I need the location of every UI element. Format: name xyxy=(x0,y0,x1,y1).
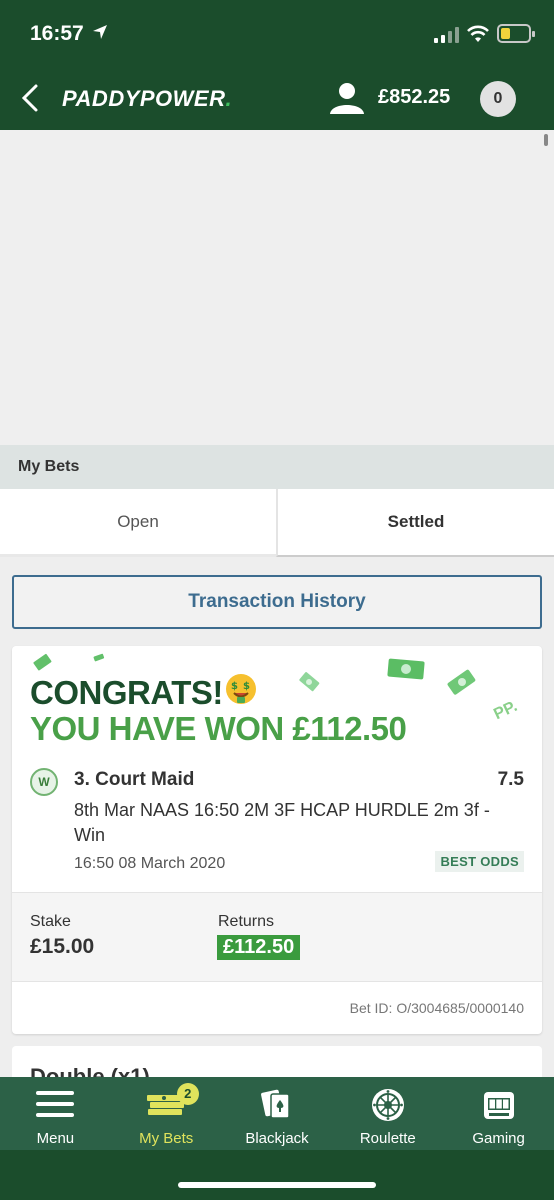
nav-roulette[interactable]: Roulette xyxy=(332,1077,443,1150)
hamburger-icon xyxy=(36,1091,75,1117)
brand-dot: . xyxy=(225,86,233,111)
brand-text: PADDYPOWER xyxy=(62,86,226,111)
returns-value: £112.50 xyxy=(217,935,301,960)
nav-label: Gaming xyxy=(472,1130,525,1147)
stake-returns-block: Stake £15.00 Returns £112.50 xyxy=(12,892,542,982)
status-time: 16:57 xyxy=(30,22,84,45)
banknote-icon xyxy=(447,669,476,695)
banknote-icon xyxy=(93,653,105,662)
selection-odds: 7.5 xyxy=(497,769,524,790)
nav-label: My Bets xyxy=(139,1130,194,1147)
selection-name: 3. Court Maid xyxy=(74,769,195,790)
account-balance[interactable]: £852.25 xyxy=(378,86,450,109)
bottom-navigation: Menu 2 My Bets Blackjack Roulette Gaming xyxy=(0,1077,554,1150)
nav-gaming[interactable]: Gaming xyxy=(443,1077,554,1150)
slot-machine-icon xyxy=(483,1092,514,1119)
home-indicator[interactable] xyxy=(178,1182,376,1188)
winnings-heading: YOU HAVE WON £112.50 xyxy=(30,710,407,747)
betslip-count-button[interactable]: 0 xyxy=(480,81,516,117)
win-result-badge: W xyxy=(30,768,58,796)
brand-logo: PADDYPOWER. xyxy=(62,86,232,112)
nav-menu[interactable]: Menu xyxy=(0,1077,111,1150)
wifi-icon xyxy=(467,25,489,42)
app-header: 16:57 PADDYPOWER. £852.25 0 xyxy=(0,0,554,130)
home-indicator-area xyxy=(0,1150,554,1200)
scrollbar[interactable] xyxy=(544,134,548,146)
tab-settled[interactable]: Settled xyxy=(276,489,554,557)
pp-logo: PP. xyxy=(491,697,521,724)
tab-open[interactable]: Open xyxy=(0,489,276,557)
content-placeholder-area xyxy=(0,130,554,445)
account-icon[interactable] xyxy=(328,80,366,116)
my-bets-count-badge: 2 xyxy=(176,1083,199,1105)
stake-value: £15.00 xyxy=(30,935,95,958)
playing-cards-icon xyxy=(261,1089,290,1119)
returns-label: Returns xyxy=(218,913,275,930)
bets-tabs: Open Settled xyxy=(0,489,554,557)
location-arrow-icon xyxy=(93,25,107,39)
money-mouth-emoji-icon: $ $ xyxy=(226,674,256,704)
banknote-icon xyxy=(299,672,320,692)
nav-label: Blackjack xyxy=(245,1130,309,1147)
nav-my-bets[interactable]: 2 My Bets xyxy=(111,1077,222,1150)
cellular-signal-icon xyxy=(434,27,459,43)
back-chevron-icon[interactable] xyxy=(16,80,46,116)
roulette-wheel-icon xyxy=(371,1089,404,1121)
banknote-icon xyxy=(33,653,52,671)
congrats-heading: CONGRATS! xyxy=(30,674,223,711)
nav-blackjack[interactable]: Blackjack xyxy=(222,1077,333,1150)
svg-text:$: $ xyxy=(231,681,238,692)
svg-text:$: $ xyxy=(243,681,250,692)
bet-id: Bet ID: O/3004685/0000140 xyxy=(349,1000,524,1016)
banknote-icon xyxy=(387,658,425,680)
event-time: 16:50 08 March 2020 xyxy=(74,855,226,872)
settled-bet-card: CONGRATS! $ $ YOU HAVE WON £112.50 PP. W… xyxy=(12,646,542,1034)
nav-label: Roulette xyxy=(359,1130,416,1147)
battery-icon xyxy=(497,24,535,43)
section-title: My Bets xyxy=(0,445,554,489)
market-description: 8th Mar NAAS 16:50 2M 3F HCAP HURDLE 2m … xyxy=(74,800,490,845)
transaction-history-button[interactable]: Transaction History xyxy=(12,575,542,629)
best-odds-badge: BEST ODDS xyxy=(435,851,524,872)
stake-label: Stake xyxy=(30,913,71,930)
nav-label: Menu xyxy=(36,1130,75,1147)
